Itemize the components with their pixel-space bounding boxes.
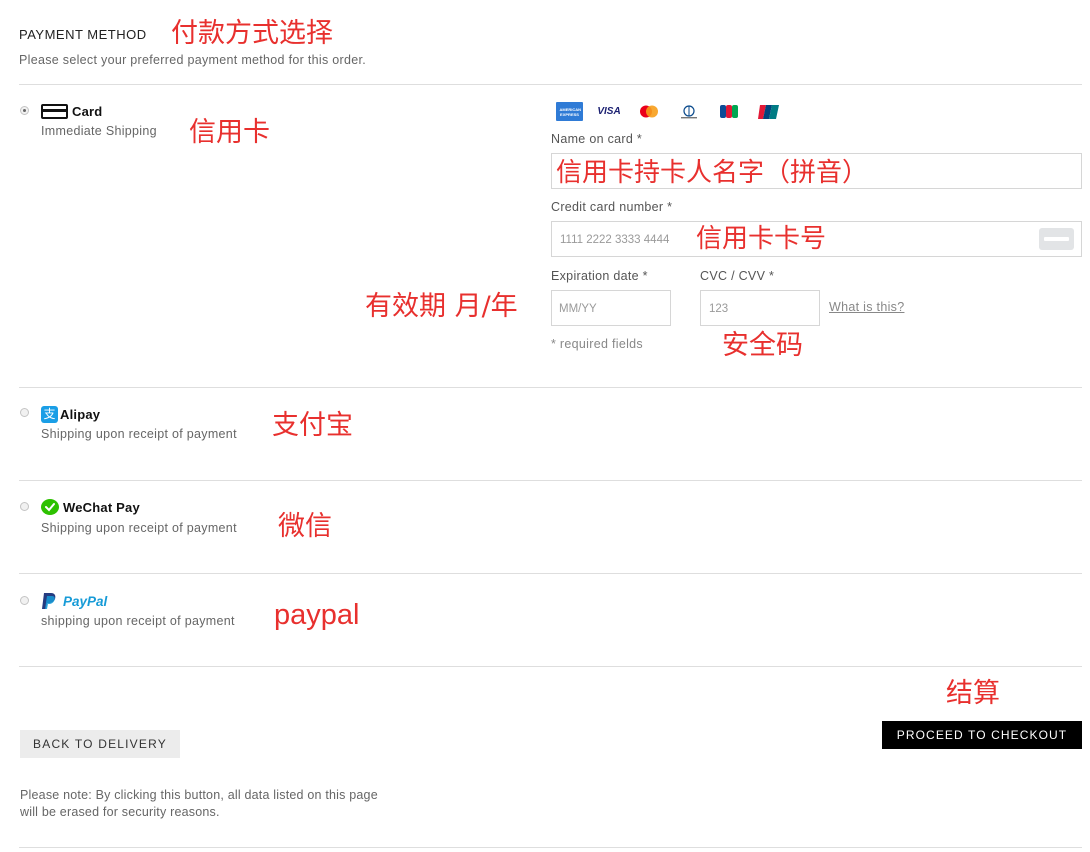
divider <box>19 387 1082 388</box>
divider <box>19 847 1082 848</box>
paypal-method-desc: shipping upon receipt of payment <box>41 614 235 628</box>
cvc-placeholder: 123 <box>709 303 729 315</box>
cvc-label: CVC / CVV * <box>700 269 775 283</box>
annotation-wechat: 微信 <box>278 511 332 542</box>
visa-logo: VISA <box>597 106 621 117</box>
annotation-name: 信用卡持卡人名字（拼音） <box>556 158 869 188</box>
mastercard-logo <box>636 103 662 120</box>
annotation-paypal: paypal <box>274 599 360 631</box>
expiry-label: Expiration date * <box>551 269 648 283</box>
expiry-placeholder: MM/YY <box>559 303 597 315</box>
erase-data-notice: Please note: By clicking this button, al… <box>20 788 378 819</box>
cvc-input[interactable]: 123 <box>700 290 820 326</box>
jcb-logo <box>716 103 742 120</box>
card-type-icon <box>1039 228 1074 250</box>
annotation-number: 信用卡卡号 <box>696 224 827 254</box>
expiry-input[interactable]: MM/YY <box>551 290 671 326</box>
name-on-card-label: Name on card * <box>551 132 643 146</box>
card-method-name[interactable]: Card <box>72 104 102 119</box>
paypal-method-name[interactable]: PayPal <box>63 594 107 609</box>
divider <box>19 480 1082 481</box>
wechat-method-desc: Shipping upon receipt of payment <box>41 521 237 535</box>
amex-logo: AMERICAN EXPRESS <box>556 102 583 121</box>
annotation-expiry: 有效期 月/年 <box>365 291 518 322</box>
annotation-checkout: 结算 <box>946 678 1000 709</box>
divider <box>19 573 1082 574</box>
annotation-payment-method: 付款方式选择 <box>171 18 333 49</box>
card-method-desc: Immediate Shipping <box>41 124 157 138</box>
alipay-method-desc: Shipping upon receipt of payment <box>41 427 237 441</box>
annotation-alipay: 支付宝 <box>272 410 353 441</box>
unionpay-logo <box>756 103 782 120</box>
wechat-radio[interactable] <box>20 502 29 511</box>
alipay-icon: 支 <box>41 406 58 423</box>
annotation-card: 信用卡 <box>189 117 270 148</box>
proceed-to-checkout-button[interactable]: PROCEED TO CHECKOUT <box>882 721 1082 749</box>
cvc-help-link[interactable]: What is this? <box>829 300 904 314</box>
paypal-radio[interactable] <box>20 596 29 605</box>
paypal-icon <box>41 592 57 615</box>
required-fields-note: * required fields <box>551 337 643 351</box>
card-icon <box>41 104 68 119</box>
card-number-placeholder: 1111 2222 3333 4444 <box>560 234 670 246</box>
wechat-icon <box>41 499 59 515</box>
page-title: PAYMENT METHOD <box>19 27 147 42</box>
annotation-cvc: 安全码 <box>722 330 803 361</box>
divider <box>19 84 1082 85</box>
card-radio[interactable] <box>20 106 29 115</box>
card-number-label: Credit card number * <box>551 200 673 214</box>
page-subtitle: Please select your preferred payment met… <box>19 53 367 67</box>
diners-club-logo <box>676 103 702 120</box>
back-to-delivery-button[interactable]: BACK TO DELIVERY <box>20 730 180 758</box>
wechat-method-name[interactable]: WeChat Pay <box>63 500 140 515</box>
divider <box>19 666 1082 667</box>
alipay-method-name[interactable]: Alipay <box>60 407 100 422</box>
alipay-radio[interactable] <box>20 408 29 417</box>
